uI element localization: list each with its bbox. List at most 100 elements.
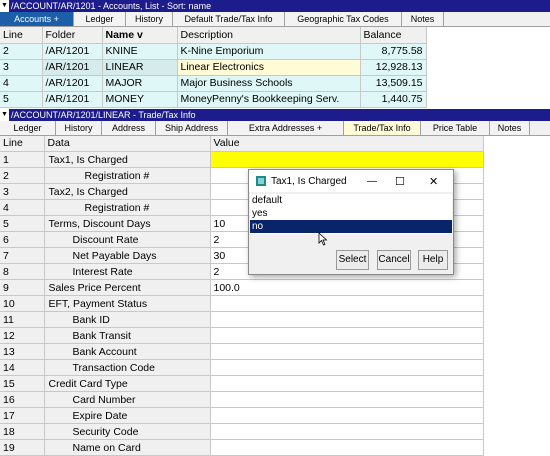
dropdown-icon[interactable]: ▼: [0, 109, 9, 121]
table-row[interactable]: 1Tax1, Is Charged: [0, 152, 483, 168]
cell-balance: 13,509.15: [360, 75, 426, 91]
tab-address[interactable]: Address: [102, 121, 156, 135]
table-row[interactable]: 9Sales Price Percent100.0: [0, 280, 483, 296]
tab-ledger[interactable]: Ledger: [0, 121, 56, 135]
table-row[interactable]: 16Card Number: [0, 392, 483, 408]
table-row[interactable]: 18Security Code: [0, 424, 483, 440]
column-header-description[interactable]: Description: [177, 27, 360, 43]
column-header-line[interactable]: Line: [0, 27, 42, 43]
cell-value[interactable]: [210, 328, 483, 344]
cell-balance: 8,775.58: [360, 43, 426, 59]
cell-line: 8: [0, 264, 44, 280]
cell-value[interactable]: [210, 392, 483, 408]
cell-data: Transaction Code: [44, 360, 210, 376]
cell-data: Tax1, Is Charged: [44, 152, 210, 168]
table-row[interactable]: 14Transaction Code: [0, 360, 483, 376]
cell-value[interactable]: [210, 312, 483, 328]
close-icon[interactable]: ✕: [429, 175, 438, 188]
cell-value[interactable]: [210, 360, 483, 376]
tab-ship-address[interactable]: Ship Address: [156, 121, 228, 135]
tab-accounts[interactable]: Accounts +: [0, 12, 74, 26]
cell-value[interactable]: [210, 408, 483, 424]
help-button[interactable]: Help: [418, 250, 448, 270]
table-row[interactable]: 15Credit Card Type: [0, 376, 483, 392]
bottom-pane-title: /ACCOUNT/AR/1201/LINEAR - Trade/Tax Info: [11, 109, 196, 121]
tab-price-table[interactable]: Price Table: [421, 121, 490, 135]
table-row-selected[interactable]: 3 /AR/1201 LINEAR Linear Electronics 12,…: [0, 59, 426, 75]
table-row[interactable]: 2 /AR/1201 KNINE K-Nine Emporium 8,775.5…: [0, 43, 426, 59]
tab-history[interactable]: History: [56, 121, 102, 135]
column-header-balance[interactable]: Balance: [360, 27, 426, 43]
table-row[interactable]: 5 /AR/1201 MONEY MoneyPenny's Bookkeepin…: [0, 91, 426, 107]
cell-data: Sales Price Percent: [44, 280, 210, 296]
option-yes[interactable]: yes: [250, 207, 452, 220]
cell-folder: /AR/1201: [42, 91, 102, 107]
cell-line: 16: [0, 392, 44, 408]
cell-description: Major Business Schools: [177, 75, 360, 91]
trade-header-row: Line Data Value: [0, 136, 483, 152]
cell-data: Expire Date: [44, 408, 210, 424]
cell-value[interactable]: [210, 424, 483, 440]
cell-name: MONEY: [102, 91, 177, 107]
tab-default-trade-tax-info[interactable]: Default Trade/Tax Info: [173, 12, 285, 26]
column-header-folder[interactable]: Folder: [42, 27, 102, 43]
cell-line: 17: [0, 408, 44, 424]
cell-value[interactable]: [210, 152, 483, 168]
tab-ledger[interactable]: Ledger: [74, 12, 126, 26]
dropdown-icon[interactable]: ▼: [0, 0, 9, 12]
cell-value[interactable]: [210, 376, 483, 392]
top-tab-bar: Accounts + Ledger History Default Trade/…: [0, 12, 550, 27]
column-header-name[interactable]: Name v: [102, 27, 177, 43]
cell-data: Bank Transit: [44, 328, 210, 344]
app-icon: [255, 175, 267, 187]
column-header-value[interactable]: Value: [210, 136, 483, 152]
tab-geographic-tax-codes[interactable]: Geographic Tax Codes: [285, 12, 402, 26]
bottom-pane-titlebar: ▼ /ACCOUNT/AR/1201/LINEAR - Trade/Tax In…: [0, 109, 550, 121]
option-default[interactable]: default: [250, 194, 452, 207]
tab-extra-addresses[interactable]: Extra Addresses +: [228, 121, 344, 135]
table-row[interactable]: 13Bank Account: [0, 344, 483, 360]
column-header-line[interactable]: Line: [0, 136, 44, 152]
cell-data: Net Payable Days: [44, 248, 210, 264]
cell-line: 4: [0, 75, 42, 91]
option-list[interactable]: default yes no: [250, 194, 452, 234]
cell-data: Discount Rate: [44, 232, 210, 248]
select-button[interactable]: Select: [336, 250, 369, 270]
cell-value[interactable]: [210, 440, 483, 456]
cell-data: Tax2, Is Charged: [44, 184, 210, 200]
maximize-icon[interactable]: ☐: [395, 175, 405, 188]
cell-line: 10: [0, 296, 44, 312]
cell-value[interactable]: 100.0: [210, 280, 483, 296]
table-row[interactable]: 19Name on Card: [0, 440, 483, 456]
cell-line: 3: [0, 184, 44, 200]
cell-line: 19: [0, 440, 44, 456]
cell-value[interactable]: [210, 344, 483, 360]
table-row[interactable]: 11Bank ID: [0, 312, 483, 328]
cell-data: Bank ID: [44, 312, 210, 328]
cell-line: 15: [0, 376, 44, 392]
top-pane-titlebar: ▼ /ACCOUNT/AR/1201 - Accounts, List - So…: [0, 0, 550, 12]
table-row[interactable]: 4 /AR/1201 MAJOR Major Business Schools …: [0, 75, 426, 91]
table-row[interactable]: 17Expire Date: [0, 408, 483, 424]
tab-notes[interactable]: Notes: [402, 12, 444, 26]
cell-data: Terms, Discount Days: [44, 216, 210, 232]
cell-line: 5: [0, 216, 44, 232]
cell-line: 13: [0, 344, 44, 360]
cell-data: Name on Card: [44, 440, 210, 456]
dialog-titlebar: Tax1, Is Charged — ☐ ✕: [249, 170, 453, 192]
minimize-icon[interactable]: —: [367, 176, 377, 187]
option-no[interactable]: no: [250, 220, 452, 233]
table-row[interactable]: 10EFT, Payment Status: [0, 296, 483, 312]
tab-history[interactable]: History: [126, 12, 173, 26]
cell-line: 9: [0, 280, 44, 296]
table-row[interactable]: 12Bank Transit: [0, 328, 483, 344]
tab-notes[interactable]: Notes: [490, 121, 530, 135]
cell-balance: 1,440.75: [360, 91, 426, 107]
accounts-table: Line Folder Name v Description Balance 2…: [0, 27, 427, 108]
cell-data: Bank Account: [44, 344, 210, 360]
cell-line: 14: [0, 360, 44, 376]
cell-value[interactable]: [210, 296, 483, 312]
cancel-button[interactable]: Cancel: [377, 250, 411, 270]
tab-trade-tax-info[interactable]: Trade/Tax Info: [344, 121, 421, 135]
column-header-data[interactable]: Data: [44, 136, 210, 152]
